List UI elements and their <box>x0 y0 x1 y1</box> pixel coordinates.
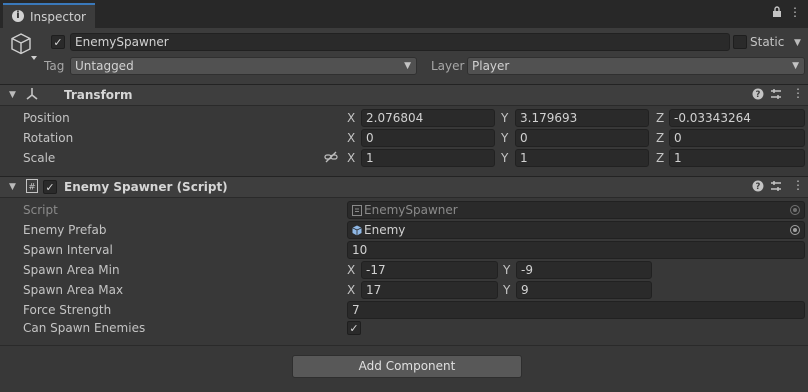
scale-z-field[interactable]: 1 <box>669 149 805 167</box>
lock-icon[interactable] <box>772 6 782 21</box>
transform-icon <box>25 87 39 104</box>
divider <box>0 345 808 346</box>
tag-label: Tag <box>44 59 65 73</box>
layer-dropdown[interactable]: Player ▼ <box>467 57 805 75</box>
tag-dropdown[interactable]: Untagged ▼ <box>70 57 417 75</box>
script-label: Script <box>23 203 58 217</box>
foldout-icon[interactable]: ▼ <box>9 182 16 192</box>
svg-text:?: ? <box>756 90 761 100</box>
rotation-y-field[interactable]: 0 <box>515 129 649 147</box>
scale-y-field[interactable]: 1 <box>515 149 649 167</box>
spawn-area-min-y-field[interactable]: -9 <box>516 261 652 279</box>
enemy-prefab-field[interactable]: Enemy <box>347 221 805 239</box>
static-dropdown-icon[interactable]: ▼ <box>794 38 801 48</box>
axis-x-label[interactable]: X <box>347 263 355 277</box>
script-field: EnemySpawner <box>347 201 805 219</box>
spawn-interval-label: Spawn Interval <box>23 243 113 257</box>
position-x-field[interactable]: 2.076804 <box>361 109 495 127</box>
force-strength-label: Force Strength <box>23 303 112 317</box>
active-checkbox[interactable]: ✓ <box>51 35 65 49</box>
object-picker-icon <box>790 205 800 215</box>
more-icon[interactable]: ⋮ <box>792 86 804 100</box>
tag-value: Untagged <box>75 59 134 73</box>
position-y-field[interactable]: 3.179693 <box>515 109 649 127</box>
spawn-area-min-label: Spawn Area Min <box>23 263 120 277</box>
tab-inspector[interactable]: i Inspector <box>3 3 95 28</box>
enemy-prefab-label: Enemy Prefab <box>23 223 107 237</box>
axis-y-label[interactable]: Y <box>501 131 508 145</box>
svg-text:#: # <box>28 183 36 193</box>
rotation-label: Rotation <box>23 131 74 145</box>
info-icon: i <box>12 10 24 22</box>
script-enabled-checkbox[interactable]: ✓ <box>43 180 57 194</box>
position-z-field[interactable]: -0.03343264 <box>669 109 805 127</box>
axis-x-label[interactable]: X <box>347 283 355 297</box>
transform-title: Transform <box>64 88 133 102</box>
script-icon: # <box>26 179 38 196</box>
axis-z-label[interactable]: Z <box>656 111 664 125</box>
position-label: Position <box>23 111 70 125</box>
foldout-icon[interactable]: ▼ <box>9 90 16 100</box>
axis-x-label[interactable]: X <box>347 131 355 145</box>
help-icon[interactable]: ? <box>752 88 764 103</box>
static-checkbox[interactable] <box>733 35 747 49</box>
preset-icon[interactable] <box>770 180 782 195</box>
preset-icon[interactable] <box>770 88 782 103</box>
script-file-icon <box>352 204 362 216</box>
rotation-x-field[interactable]: 0 <box>361 129 495 147</box>
more-icon[interactable]: ⋮ <box>792 178 804 192</box>
add-component-button[interactable]: Add Component <box>292 355 522 378</box>
help-icon[interactable]: ? <box>752 180 764 195</box>
scale-x-field[interactable]: 1 <box>361 149 495 167</box>
name-field[interactable]: EnemySpawner <box>70 33 730 51</box>
spawn-area-min-x-field[interactable]: -17 <box>361 261 498 279</box>
chevron-down-icon: ▼ <box>792 61 799 71</box>
scale-label: Scale <box>23 151 56 165</box>
layer-label: Layer <box>431 59 465 73</box>
axis-z-label[interactable]: Z <box>656 151 664 165</box>
object-picker-icon[interactable] <box>790 225 800 235</box>
chevron-down-icon: ▼ <box>404 61 411 71</box>
cube-icon[interactable] <box>7 30 41 64</box>
rotation-z-field[interactable]: 0 <box>669 129 805 147</box>
axis-y-label[interactable]: Y <box>501 111 508 125</box>
static-label: Static <box>750 35 785 49</box>
spawn-interval-field[interactable]: 10 <box>347 241 805 259</box>
layer-value: Player <box>472 59 510 73</box>
script-value: EnemySpawner <box>364 203 458 217</box>
prefab-icon <box>352 224 362 236</box>
spawn-area-max-x-field[interactable]: 17 <box>361 281 498 299</box>
tab-bar <box>0 0 808 28</box>
axis-y-label[interactable]: Y <box>501 151 508 165</box>
spawn-area-max-y-field[interactable]: 9 <box>516 281 652 299</box>
axis-z-label[interactable]: Z <box>656 131 664 145</box>
axis-x-label[interactable]: X <box>347 111 355 125</box>
axis-y-label[interactable]: Y <box>503 283 510 297</box>
menu-icon[interactable]: ⋮ <box>789 5 801 19</box>
script-component-title: Enemy Spawner (Script) <box>64 180 228 194</box>
tab-title: Inspector <box>30 10 86 24</box>
force-strength-field[interactable]: 7 <box>347 301 805 319</box>
svg-text:?: ? <box>756 182 761 192</box>
spawn-area-max-label: Spawn Area Max <box>23 283 124 297</box>
can-spawn-enemies-label: Can Spawn Enemies <box>23 321 146 335</box>
enemy-prefab-value: Enemy <box>364 223 406 237</box>
axis-y-label[interactable]: Y <box>503 263 510 277</box>
axis-x-label[interactable]: X <box>347 151 355 165</box>
can-spawn-enemies-checkbox[interactable]: ✓ <box>347 321 361 335</box>
link-icon[interactable] <box>324 151 338 166</box>
